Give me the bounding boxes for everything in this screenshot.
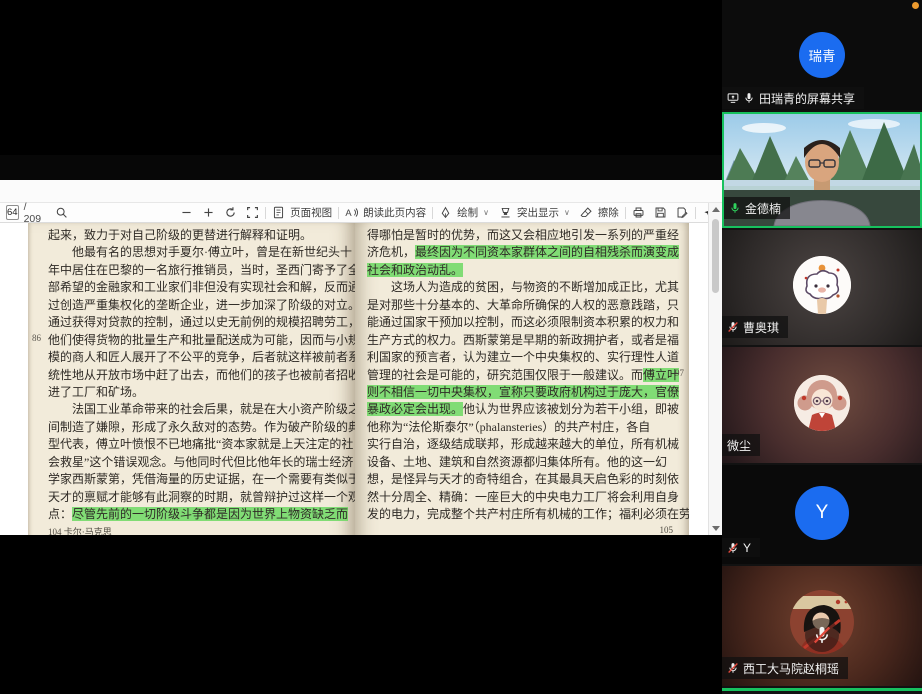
- avatar-initials: 瑞青: [809, 45, 836, 65]
- draw-label: 绘制: [457, 205, 478, 220]
- fit-page-icon[interactable]: [246, 206, 259, 219]
- page-view-label: 页面视图: [290, 205, 332, 220]
- eraser-icon: [580, 206, 593, 219]
- page-number-input[interactable]: 64: [6, 205, 19, 220]
- screenshot-root: *《卡尔·马克思》.pdf × + – □ × ← → ↻ 文件 | C:/Us…: [0, 0, 922, 694]
- scrollbar-thumb[interactable]: [712, 219, 719, 293]
- erase-button[interactable]: 擦除: [580, 205, 619, 220]
- page-footer: 105: [660, 525, 674, 535]
- screen-share-icon: [727, 92, 739, 104]
- margin-page-number: 86: [32, 333, 41, 343]
- draw-chevron-icon[interactable]: ∨: [483, 208, 489, 217]
- print-icon[interactable]: [632, 206, 645, 219]
- pdf-viewer[interactable]: 起来，致力于对自己阶级的更替进行解释和证明。 他最有名的思想对手夏尔·傅立叶，曾…: [0, 223, 708, 535]
- participant-tile-y[interactable]: Y Y: [722, 465, 922, 564]
- next-tile-active-border: [722, 688, 922, 691]
- pdf-scrollbar[interactable]: [708, 203, 722, 535]
- margin-page-number: 97: [675, 368, 684, 378]
- avatar: 瑞青: [799, 32, 845, 78]
- scroll-down-icon[interactable]: [712, 526, 720, 531]
- mic-active-icon: [729, 202, 741, 214]
- save-icon[interactable]: [654, 206, 667, 219]
- find-icon[interactable]: [55, 206, 68, 219]
- read-aloud-label: 朗读此页内容: [363, 205, 426, 220]
- book-text-left: 起来，致力于对自己阶级的更替进行解释和证明。 他最有名的思想对手夏尔·傅立叶，曾…: [48, 227, 344, 523]
- participant-tile-zhaotongyao[interactable]: 西工大马院赵桐瑶: [722, 566, 922, 686]
- highlight-label: 突出显示: [517, 205, 559, 220]
- participant-tile-ruiqing[interactable]: 瑞青 田瑞青的屏幕共享: [722, 0, 922, 110]
- avatar-initials: Y: [816, 502, 829, 524]
- participant-tile-caoaoqi[interactable]: 曹奥琪: [722, 230, 922, 345]
- mic-muted-icon: [727, 662, 739, 674]
- page-view-button[interactable]: 页面视图: [272, 205, 332, 220]
- book-page-right: 得哪怕是暂时的优势，而这又会相应地引发一系列的严重经济危机，最终因为不同资本家群…: [355, 223, 689, 535]
- page-view-icon: [272, 206, 285, 219]
- draw-button[interactable]: 绘制 ∨: [439, 205, 489, 220]
- participant-tile-jindenan-video[interactable]: 金德楠: [722, 112, 922, 228]
- book-page-left: 起来，致力于对自己阶级的更替进行解释和证明。 他最有名的思想对手夏尔·傅立叶，曾…: [28, 223, 355, 535]
- mic-muted-overlay-icon: [805, 618, 839, 652]
- avatar-cartoon: [793, 256, 851, 314]
- highlight-chevron-icon[interactable]: ∨: [564, 208, 570, 217]
- participant-label: 西工大马院赵桐瑶: [722, 657, 848, 679]
- scroll-up-icon[interactable]: [712, 207, 720, 212]
- participant-name: 金德楠: [745, 200, 781, 217]
- zoom-out-icon[interactable]: [180, 206, 193, 219]
- avatar: Y: [795, 486, 849, 540]
- highlight-button[interactable]: 突出显示 ∨: [499, 205, 570, 220]
- avatar: [794, 375, 850, 431]
- rotate-icon[interactable]: [224, 206, 237, 219]
- erase-label: 擦除: [598, 205, 619, 220]
- avatar: [793, 256, 851, 314]
- read-aloud-icon: [345, 206, 358, 219]
- notification-dot: [912, 2, 919, 9]
- participant-label: 微尘: [722, 434, 760, 456]
- page-total-label: / 209: [24, 201, 42, 225]
- participant-label: 金德楠: [724, 197, 790, 219]
- participant-name: Y: [743, 541, 751, 555]
- participant-name: 微尘: [727, 437, 751, 454]
- read-aloud-button[interactable]: 朗读此页内容: [345, 205, 426, 220]
- participant-name: 曹奥琪: [743, 319, 779, 336]
- save-as-icon[interactable]: [676, 206, 689, 219]
- participant-label: 曹奥琪: [722, 316, 788, 338]
- mic-on-icon: [743, 92, 755, 104]
- participant-label: Y: [722, 538, 760, 557]
- participant-name: 西工大马院赵桐瑶: [743, 660, 839, 677]
- pdf-toolbar: 64 / 209 页面视图 朗读此页内容 绘制 ∨ 突出显示 ∨: [0, 203, 708, 223]
- book-text-right: 得哪怕是暂时的优势，而这又会相应地引发一系列的严重经济危机，最终因为不同资本家群…: [367, 227, 665, 523]
- letterbox-bottom: [0, 535, 722, 694]
- mic-muted-icon: [727, 542, 739, 554]
- participant-name: 田瑞青的屏幕共享: [759, 90, 855, 107]
- zoom-in-icon[interactable]: [202, 206, 215, 219]
- participant-tile-weichen[interactable]: 微尘: [722, 347, 922, 463]
- meeting-participant-sidebar: 瑞青 田瑞青的屏幕共享: [722, 0, 922, 694]
- browser-address-bar: ← → ↻ 文件 | C:/Users/TRQ/Desktop/27期/《卡尔·…: [0, 180, 722, 203]
- page-footer: 104 卡尔·马克思: [48, 525, 112, 535]
- mic-muted-icon: [727, 321, 739, 333]
- highlighter-icon: [499, 206, 512, 219]
- draw-pen-icon: [439, 206, 452, 219]
- browser-tab-bar: *《卡尔·马克思》.pdf × + – □ ×: [0, 155, 722, 180]
- avatar-cartoon: [794, 375, 850, 431]
- participant-label: 田瑞青的屏幕共享: [722, 87, 864, 109]
